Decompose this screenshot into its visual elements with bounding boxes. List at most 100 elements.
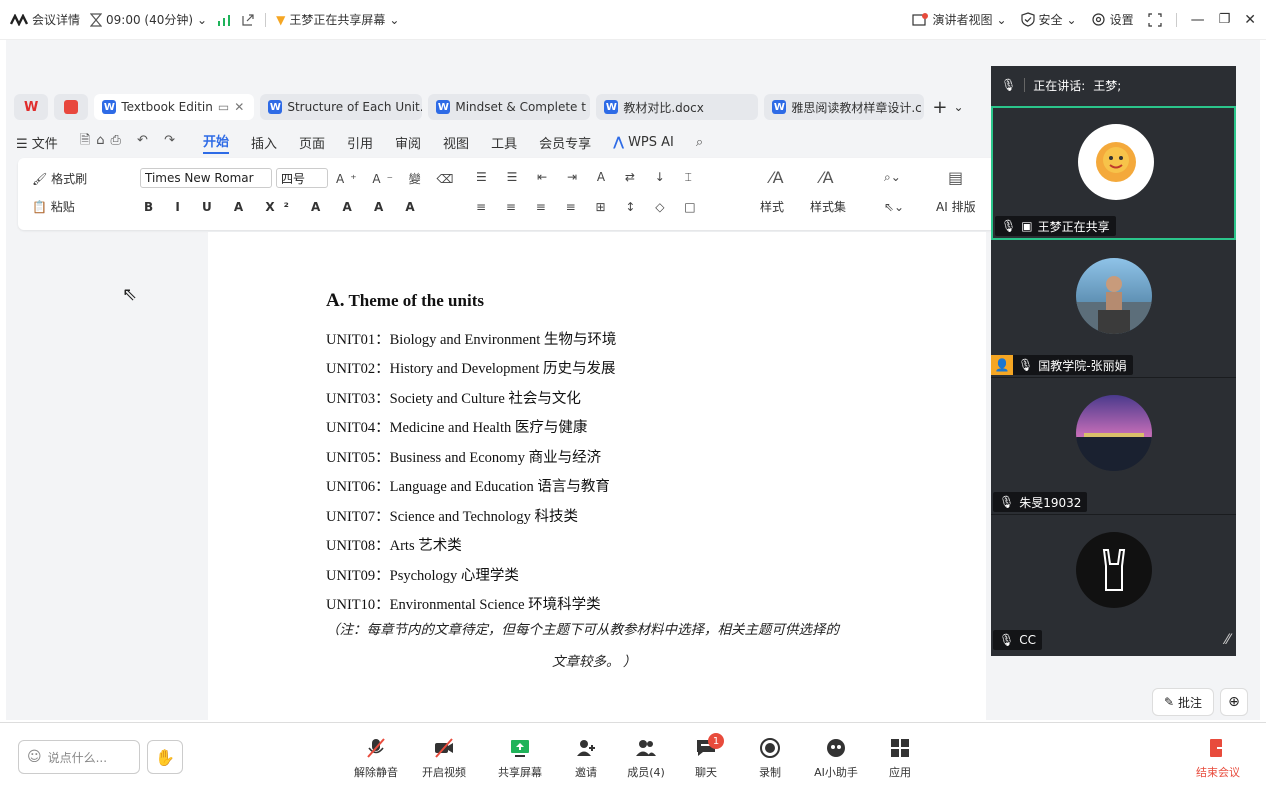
unmute-label: 解除静音	[354, 766, 398, 779]
user-icon: 👤	[991, 355, 1013, 375]
align-tools[interactable]: ≡ ≡ ≡ ≡ ⊞ ↕ ◇ □	[476, 200, 704, 214]
style-set-button[interactable]: 样式集	[810, 198, 846, 215]
participant-tile[interactable]: 🎙 CC ⁄⁄	[991, 516, 1236, 652]
doc-tab-ielts[interactable]: W 雅思阅读教材样章设计.c	[764, 94, 925, 120]
zoom-in-button[interactable]: ⊕	[1220, 688, 1248, 716]
note-line: 文章较多。 ）	[552, 654, 637, 669]
menu-insert[interactable]: 插入	[251, 133, 277, 152]
find-icon[interactable]: ⌕⌄	[884, 170, 901, 185]
presenter-view-button[interactable]: 演讲者视图 ⌄	[912, 11, 1007, 28]
share-screen-button[interactable]: 共享屏幕	[490, 737, 550, 780]
format-painter-icon: 🖌	[32, 172, 48, 186]
list-tools[interactable]: ☰ ☰ ⇤ ⇥ A ⇄ ↓ ⌶	[476, 170, 700, 185]
sharing-status[interactable]: ▼ 王梦正在共享屏幕 ⌄	[276, 11, 399, 28]
pdf-tab[interactable]	[54, 94, 89, 120]
divider	[1175, 12, 1177, 27]
close-tab-icon[interactable]: ✕	[234, 100, 244, 114]
hamburger-icon: ☰	[16, 136, 32, 152]
menu-file[interactable]: ☰ 文件	[16, 133, 58, 152]
members-icon	[636, 740, 656, 756]
participant-name: 王梦正在共享	[1037, 219, 1110, 234]
menu-start[interactable]: 开始	[202, 131, 229, 154]
chat-quick-input[interactable]: ☺ 说点什么...	[18, 740, 140, 774]
menu-page[interactable]: 页面	[299, 133, 325, 152]
paste-button[interactable]: 📋 粘贴	[32, 198, 75, 215]
meeting-control-bar: ☺ 说点什么... ✋ 解除静音 开启视频 共享屏幕 邀请 成员(4) 1 聊天…	[0, 722, 1266, 801]
avatar	[1076, 258, 1152, 334]
menu-review[interactable]: 审阅	[395, 133, 421, 152]
document-page[interactable]: A. Theme of the units UNIT01：Biology and…	[208, 232, 986, 720]
menu-tools[interactable]: 工具	[491, 133, 517, 152]
annotate-button[interactable]: ✎ 批注	[1152, 688, 1214, 716]
font-style-tools[interactable]: B I U A X² A A A A	[144, 200, 424, 214]
chevron-down-icon: ⌄	[197, 12, 208, 27]
menu-member[interactable]: 会员专享	[539, 133, 591, 152]
chevron-down-icon: ⌄	[1066, 12, 1077, 27]
minimize-icon[interactable]: —	[1191, 12, 1205, 28]
doc-tab-structure[interactable]: W Structure of Each Unit.	[260, 94, 423, 120]
participant-tile[interactable]: 🎙 朱旻19032	[991, 379, 1236, 515]
select-icon[interactable]: ⇖⌄	[884, 200, 904, 214]
hourglass-icon	[90, 12, 103, 27]
word-doc-icon: W	[604, 100, 619, 114]
divider	[265, 12, 267, 27]
presenter-view-label: 演讲者视图	[932, 13, 993, 27]
menu-view[interactable]: 视图	[443, 133, 469, 152]
invite-button[interactable]: 邀请	[556, 737, 616, 780]
heading-letter: A.	[326, 290, 345, 311]
unmute-button[interactable]: 解除静音	[346, 737, 406, 780]
tab-label: Textbook Editin	[121, 100, 213, 114]
new-tab-icon[interactable]: +	[932, 97, 947, 118]
record-label: 录制	[759, 766, 781, 779]
raise-hand-button[interactable]: ✋	[147, 740, 183, 774]
participant-name: CC	[1019, 633, 1036, 647]
settings-button[interactable]: 设置	[1091, 11, 1134, 28]
add-user-icon	[577, 740, 595, 756]
gear-icon	[1091, 13, 1105, 26]
security-label: 安全	[1038, 13, 1063, 27]
fullscreen-icon[interactable]	[1148, 12, 1162, 27]
menu-wps-ai[interactable]: ⋀ WPS AI	[613, 135, 674, 150]
annotate-label: 批注	[1178, 695, 1203, 710]
members-button[interactable]: 成员(4)	[616, 737, 676, 780]
font-name-select[interactable]: Times New Romar	[140, 168, 272, 188]
share-icon: ▣	[1021, 219, 1033, 233]
font-size-select[interactable]: 四号	[276, 168, 328, 188]
ai-layout-button[interactable]: AI 排版	[936, 198, 976, 215]
record-button[interactable]: 录制	[740, 737, 800, 780]
sharing-status-label: 王梦正在共享屏幕	[289, 13, 386, 27]
format-painter-button[interactable]: 🖌 格式刷	[32, 170, 87, 187]
chevron-down-icon[interactable]: ⌄	[953, 100, 963, 114]
restore-icon[interactable]: ❐	[1219, 12, 1231, 27]
wps-home-tab[interactable]: W	[14, 94, 49, 120]
resize-handle-icon[interactable]: ⁄⁄	[1225, 632, 1230, 648]
speaking-indicator: 🎙 正在讲话: 王梦;	[991, 66, 1236, 104]
word-doc-icon: W	[102, 100, 117, 114]
chat-button[interactable]: 1 聊天	[676, 733, 736, 780]
doc-tab-comparison[interactable]: W 教材对比.docx	[596, 94, 759, 120]
camera-off-icon	[435, 738, 453, 758]
say-placeholder: 说点什么...	[47, 750, 108, 765]
doc-tab-mindset[interactable]: W Mindset & Complete t	[428, 94, 591, 120]
meeting-time[interactable]: 09:00 (40分钟) ⌄	[90, 11, 207, 28]
meeting-topbar: 会议详情 09:00 (40分钟) ⌄ ▼ 王梦正在共享屏幕 ⌄ 演讲者视图 ⌄…	[0, 0, 1266, 40]
search-icon[interactable]: ⌕	[696, 135, 703, 150]
styles-label: 样式	[760, 200, 785, 214]
styles-button[interactable]: 样式	[760, 198, 784, 215]
apps-button[interactable]: 应用	[870, 737, 930, 780]
menu-reference[interactable]: 引用	[347, 133, 373, 152]
paste-icon: 📋	[32, 200, 47, 214]
ai-assistant-button[interactable]: AI小助手	[806, 737, 866, 780]
participant-tile[interactable]: 👤 🎙 国教学院-张丽娟	[991, 242, 1236, 378]
end-meeting-button[interactable]: 结束会议	[1188, 737, 1248, 780]
close-icon[interactable]: ✕	[1244, 12, 1256, 28]
font-size-tools[interactable]: A⁺ A⁻ 變 ⌫	[336, 170, 460, 187]
security-button[interactable]: 安全 ⌄	[1020, 11, 1077, 28]
popout-icon[interactable]	[241, 13, 255, 27]
doc-tab-textbook[interactable]: W Textbook Editin ▭ ✕	[94, 94, 255, 120]
meeting-details-button[interactable]: 会议详情	[10, 11, 80, 28]
participant-tile[interactable]: 🎙 ▣ 王梦正在共享	[991, 106, 1236, 240]
video-panel: 🎙 正在讲话: 王梦; 🎙 ▣ 王梦正在共享 👤 🎙 国教学院-张丽娟 🎙 朱旻…	[991, 66, 1236, 656]
wps-menu-bar: ☰ 文件 🗎⌂⎙ ↶ ↷ 开始 插入 页面 引用 审阅 视图 工具 会员专享 ⋀…	[6, 128, 996, 156]
start-video-button[interactable]: 开启视频	[414, 737, 474, 780]
